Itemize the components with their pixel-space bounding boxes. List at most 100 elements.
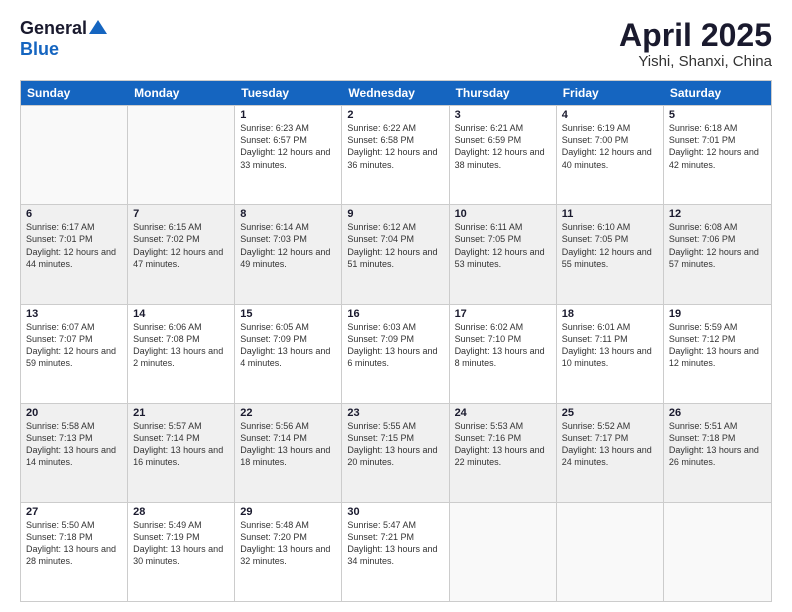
cell-info: Sunrise: 6:11 AM Sunset: 7:05 PM Dayligh…	[455, 221, 551, 270]
calendar-cell-empty	[450, 503, 557, 601]
cell-info: Sunrise: 6:17 AM Sunset: 7:01 PM Dayligh…	[26, 221, 122, 270]
day-number: 17	[455, 308, 551, 320]
cell-info: Sunrise: 5:52 AM Sunset: 7:17 PM Dayligh…	[562, 420, 658, 469]
cell-info: Sunrise: 5:53 AM Sunset: 7:16 PM Dayligh…	[455, 420, 551, 469]
day-number: 3	[455, 109, 551, 121]
calendar-week-row: 13Sunrise: 6:07 AM Sunset: 7:07 PM Dayli…	[21, 304, 771, 403]
calendar-cell: 29Sunrise: 5:48 AM Sunset: 7:20 PM Dayli…	[235, 503, 342, 601]
calendar-cell: 22Sunrise: 5:56 AM Sunset: 7:14 PM Dayli…	[235, 404, 342, 502]
day-number: 1	[240, 109, 336, 121]
cell-info: Sunrise: 6:23 AM Sunset: 6:57 PM Dayligh…	[240, 122, 336, 171]
calendar-cell: 28Sunrise: 5:49 AM Sunset: 7:19 PM Dayli…	[128, 503, 235, 601]
calendar-cell: 15Sunrise: 6:05 AM Sunset: 7:09 PM Dayli…	[235, 305, 342, 403]
calendar-cell: 20Sunrise: 5:58 AM Sunset: 7:13 PM Dayli…	[21, 404, 128, 502]
day-number: 29	[240, 506, 336, 518]
header-tuesday: Tuesday	[235, 81, 342, 105]
cell-info: Sunrise: 6:19 AM Sunset: 7:00 PM Dayligh…	[562, 122, 658, 171]
day-number: 19	[669, 308, 766, 320]
header-monday: Monday	[128, 81, 235, 105]
calendar-cell: 27Sunrise: 5:50 AM Sunset: 7:18 PM Dayli…	[21, 503, 128, 601]
logo-triangle-icon	[89, 20, 107, 34]
cell-info: Sunrise: 6:01 AM Sunset: 7:11 PM Dayligh…	[562, 321, 658, 370]
calendar-cell: 17Sunrise: 6:02 AM Sunset: 7:10 PM Dayli…	[450, 305, 557, 403]
calendar-cell: 8Sunrise: 6:14 AM Sunset: 7:03 PM Daylig…	[235, 205, 342, 303]
cell-info: Sunrise: 5:59 AM Sunset: 7:12 PM Dayligh…	[669, 321, 766, 370]
day-number: 15	[240, 308, 336, 320]
calendar-cell: 3Sunrise: 6:21 AM Sunset: 6:59 PM Daylig…	[450, 106, 557, 204]
calendar-week-row: 27Sunrise: 5:50 AM Sunset: 7:18 PM Dayli…	[21, 502, 771, 601]
calendar-cell: 25Sunrise: 5:52 AM Sunset: 7:17 PM Dayli…	[557, 404, 664, 502]
calendar-cell: 24Sunrise: 5:53 AM Sunset: 7:16 PM Dayli…	[450, 404, 557, 502]
calendar-week-row: 20Sunrise: 5:58 AM Sunset: 7:13 PM Dayli…	[21, 403, 771, 502]
cell-info: Sunrise: 6:06 AM Sunset: 7:08 PM Dayligh…	[133, 321, 229, 370]
header-wednesday: Wednesday	[342, 81, 449, 105]
calendar-cell-empty	[128, 106, 235, 204]
cell-info: Sunrise: 5:58 AM Sunset: 7:13 PM Dayligh…	[26, 420, 122, 469]
day-number: 5	[669, 109, 766, 121]
day-number: 13	[26, 308, 122, 320]
calendar-cell: 5Sunrise: 6:18 AM Sunset: 7:01 PM Daylig…	[664, 106, 771, 204]
cell-info: Sunrise: 6:14 AM Sunset: 7:03 PM Dayligh…	[240, 221, 336, 270]
day-number: 26	[669, 407, 766, 419]
cell-info: Sunrise: 6:08 AM Sunset: 7:06 PM Dayligh…	[669, 221, 766, 270]
calendar-cell: 13Sunrise: 6:07 AM Sunset: 7:07 PM Dayli…	[21, 305, 128, 403]
day-number: 9	[347, 208, 443, 220]
day-number: 2	[347, 109, 443, 121]
cell-info: Sunrise: 5:57 AM Sunset: 7:14 PM Dayligh…	[133, 420, 229, 469]
day-number: 14	[133, 308, 229, 320]
calendar-cell: 21Sunrise: 5:57 AM Sunset: 7:14 PM Dayli…	[128, 404, 235, 502]
calendar-cell: 1Sunrise: 6:23 AM Sunset: 6:57 PM Daylig…	[235, 106, 342, 204]
cell-info: Sunrise: 5:50 AM Sunset: 7:18 PM Dayligh…	[26, 519, 122, 568]
cell-info: Sunrise: 6:18 AM Sunset: 7:01 PM Dayligh…	[669, 122, 766, 171]
day-number: 6	[26, 208, 122, 220]
cell-info: Sunrise: 5:48 AM Sunset: 7:20 PM Dayligh…	[240, 519, 336, 568]
cell-info: Sunrise: 6:21 AM Sunset: 6:59 PM Dayligh…	[455, 122, 551, 171]
day-number: 16	[347, 308, 443, 320]
calendar-cell: 9Sunrise: 6:12 AM Sunset: 7:04 PM Daylig…	[342, 205, 449, 303]
day-number: 28	[133, 506, 229, 518]
header-thursday: Thursday	[450, 81, 557, 105]
calendar-cell: 11Sunrise: 6:10 AM Sunset: 7:05 PM Dayli…	[557, 205, 664, 303]
day-number: 11	[562, 208, 658, 220]
logo-blue-text: Blue	[20, 39, 59, 60]
calendar-cell: 6Sunrise: 6:17 AM Sunset: 7:01 PM Daylig…	[21, 205, 128, 303]
cell-info: Sunrise: 6:05 AM Sunset: 7:09 PM Dayligh…	[240, 321, 336, 370]
header-saturday: Saturday	[664, 81, 771, 105]
cell-info: Sunrise: 6:12 AM Sunset: 7:04 PM Dayligh…	[347, 221, 443, 270]
title-block: April 2025 Yishi, Shanxi, China	[619, 18, 772, 70]
day-number: 21	[133, 407, 229, 419]
day-number: 30	[347, 506, 443, 518]
location: Yishi, Shanxi, China	[619, 53, 772, 70]
day-number: 27	[26, 506, 122, 518]
cell-info: Sunrise: 5:49 AM Sunset: 7:19 PM Dayligh…	[133, 519, 229, 568]
calendar-cell: 19Sunrise: 5:59 AM Sunset: 7:12 PM Dayli…	[664, 305, 771, 403]
cell-info: Sunrise: 5:47 AM Sunset: 7:21 PM Dayligh…	[347, 519, 443, 568]
calendar-cell: 23Sunrise: 5:55 AM Sunset: 7:15 PM Dayli…	[342, 404, 449, 502]
day-number: 10	[455, 208, 551, 220]
cell-info: Sunrise: 5:56 AM Sunset: 7:14 PM Dayligh…	[240, 420, 336, 469]
month-title: April 2025	[619, 18, 772, 53]
calendar-cell: 14Sunrise: 6:06 AM Sunset: 7:08 PM Dayli…	[128, 305, 235, 403]
calendar-header: Sunday Monday Tuesday Wednesday Thursday…	[21, 81, 771, 105]
calendar-cell: 10Sunrise: 6:11 AM Sunset: 7:05 PM Dayli…	[450, 205, 557, 303]
day-number: 25	[562, 407, 658, 419]
day-number: 12	[669, 208, 766, 220]
page: General Blue April 2025 Yishi, Shanxi, C…	[0, 0, 792, 612]
day-number: 18	[562, 308, 658, 320]
logo-blue: Blue	[20, 39, 59, 59]
calendar: Sunday Monday Tuesday Wednesday Thursday…	[20, 80, 772, 602]
calendar-cell: 16Sunrise: 6:03 AM Sunset: 7:09 PM Dayli…	[342, 305, 449, 403]
calendar-cell: 7Sunrise: 6:15 AM Sunset: 7:02 PM Daylig…	[128, 205, 235, 303]
day-number: 24	[455, 407, 551, 419]
logo: General Blue	[20, 18, 107, 60]
cell-info: Sunrise: 6:03 AM Sunset: 7:09 PM Dayligh…	[347, 321, 443, 370]
calendar-body: 1Sunrise: 6:23 AM Sunset: 6:57 PM Daylig…	[21, 105, 771, 601]
header-friday: Friday	[557, 81, 664, 105]
calendar-cell: 18Sunrise: 6:01 AM Sunset: 7:11 PM Dayli…	[557, 305, 664, 403]
calendar-week-row: 6Sunrise: 6:17 AM Sunset: 7:01 PM Daylig…	[21, 204, 771, 303]
day-number: 23	[347, 407, 443, 419]
header: General Blue April 2025 Yishi, Shanxi, C…	[20, 18, 772, 70]
day-number: 7	[133, 208, 229, 220]
day-number: 22	[240, 407, 336, 419]
day-number: 4	[562, 109, 658, 121]
